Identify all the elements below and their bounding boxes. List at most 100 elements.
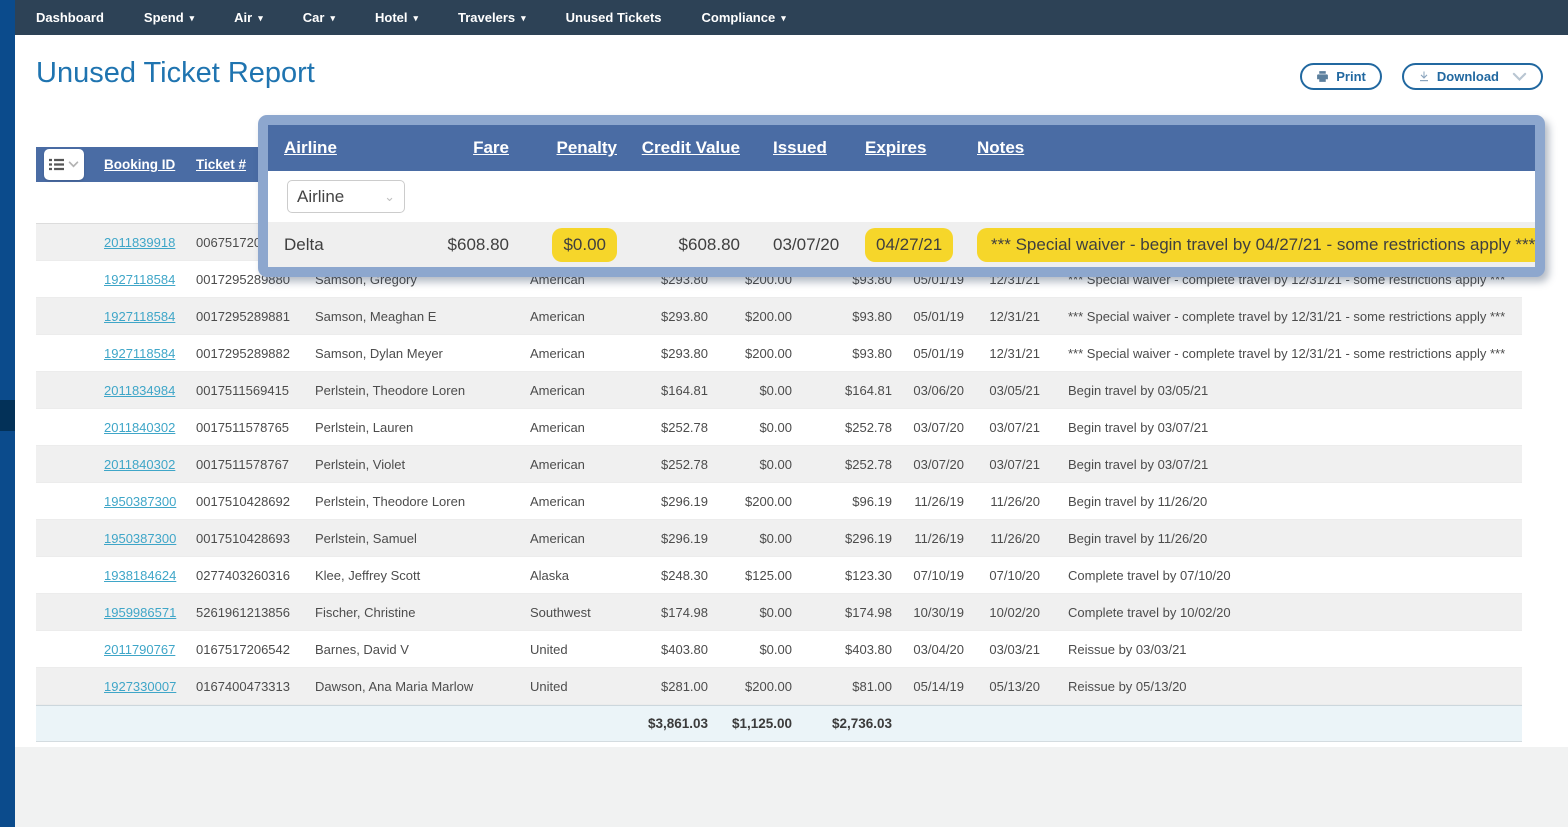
credit-value: $252.78 — [792, 457, 892, 472]
booking-id-link[interactable]: 1959986571 — [104, 605, 176, 620]
notes-text: Complete travel by 07/10/20 — [1044, 568, 1522, 583]
overlay-column-header-notes[interactable]: Notes — [947, 138, 1535, 158]
overlay-column-header-airline[interactable]: Airline — [268, 138, 408, 158]
overlay-column-header-penalty[interactable]: Penalty — [513, 138, 621, 158]
penalty-value: $0.00 — [708, 605, 792, 620]
airline-filter-select[interactable]: Airline ⌄ — [287, 180, 405, 213]
fare-value: $403.80 — [620, 642, 708, 657]
expires-date: 12/31/21 — [968, 309, 1044, 324]
overlay-issued: 03/07/20 — [745, 235, 841, 255]
booking-id-link[interactable]: 1927330007 — [104, 679, 176, 694]
nav-item-unused-tickets[interactable]: Unused Tickets — [546, 0, 682, 35]
airline-filter-value: Airline — [297, 187, 344, 207]
traveler-name: Perlstein, Theodore Loren — [315, 494, 530, 509]
issued-date: 03/06/20 — [892, 383, 968, 398]
booking-id-link[interactable]: 2011840302 — [104, 420, 175, 435]
nav-item-label: Hotel — [375, 10, 408, 25]
chevron-down-icon: ▾ — [330, 12, 335, 23]
print-button[interactable]: Print — [1300, 63, 1382, 90]
credit-value: $296.19 — [792, 531, 892, 546]
download-button[interactable]: Download — [1402, 63, 1543, 90]
booking-id-link[interactable]: 2011839918 — [104, 235, 175, 250]
booking-id-link[interactable]: 1950387300 — [104, 531, 176, 546]
page: DashboardSpend▾Air▾Car▾Hotel▾Travelers▾U… — [0, 0, 1568, 827]
overlay-column-header-fare[interactable]: Fare — [408, 138, 513, 158]
airline-name: American — [530, 420, 620, 435]
expires-date: 11/26/20 — [968, 494, 1044, 509]
table-row: 20118349840017511569415Perlstein, Theodo… — [36, 372, 1522, 409]
issued-date: 03/04/20 — [892, 642, 968, 657]
ticket-number: 0167400473313 — [196, 679, 315, 694]
notes-text: Begin travel by 03/05/21 — [1044, 383, 1522, 398]
airline-name: American — [530, 457, 620, 472]
notes-text: Complete travel by 10/02/20 — [1044, 605, 1522, 620]
penalty-value: $0.00 — [708, 642, 792, 657]
chevron-down-icon: ▾ — [521, 12, 526, 23]
chevron-down-icon: ▾ — [190, 12, 195, 23]
traveler-name: Dawson, Ana Maria Marlow — [315, 679, 530, 694]
overlay-column-header-expires[interactable]: Expires — [841, 138, 947, 158]
overlay-column-header-credit-value[interactable]: Credit Value — [621, 138, 745, 158]
column-picker-chevron-icon — [68, 161, 79, 168]
booking-id-link[interactable]: 1927118584 — [104, 346, 175, 361]
airline-name: American — [530, 309, 620, 324]
overlay-airline: Delta — [268, 235, 408, 255]
issued-date: 11/26/19 — [892, 531, 968, 546]
traveler-name: Perlstein, Lauren — [315, 420, 530, 435]
booking-id-link[interactable]: 1950387300 — [104, 494, 176, 509]
credit-value: $403.80 — [792, 642, 892, 657]
traveler-name: Barnes, David V — [315, 642, 530, 657]
ticket-number: 0017511569415 — [196, 383, 315, 398]
booking-id-link[interactable]: 2011834984 — [104, 383, 175, 398]
overlay-column-header-issued[interactable]: Issued — [745, 138, 841, 158]
nav-item-air[interactable]: Air▾ — [214, 0, 283, 35]
zoom-callout-overlay: Airline Fare PenaltyCredit Value Issued Expi… — [258, 115, 1545, 277]
airline-name: Alaska — [530, 568, 620, 583]
nav-item-car[interactable]: Car▾ — [283, 0, 355, 35]
expires-date: 11/26/20 — [968, 531, 1044, 546]
credit-value: $164.81 — [792, 383, 892, 398]
nav-item-hotel[interactable]: Hotel▾ — [355, 0, 438, 35]
table-row: 19271185840017295289882Samson, Dylan Mey… — [36, 335, 1522, 372]
table-row: 19503873000017510428693Perlstein, Samuel… — [36, 520, 1522, 557]
fare-value: $281.00 — [620, 679, 708, 694]
issued-date: 07/10/19 — [892, 568, 968, 583]
column-picker-button[interactable] — [44, 149, 84, 180]
nav-item-dashboard[interactable]: Dashboard — [36, 0, 124, 35]
download-icon — [1418, 70, 1430, 83]
penalty-value: $0.00 — [708, 420, 792, 435]
booking-id-link[interactable]: 2011790767 — [104, 642, 175, 657]
expires-date: 10/02/20 — [968, 605, 1044, 620]
traveler-name: Samson, Meaghan E — [315, 309, 530, 324]
credit-value: $93.80 — [792, 309, 892, 324]
totals-row: $3,861.03 $1,125.00 $2,736.03 — [36, 705, 1522, 742]
nav-item-compliance[interactable]: Compliance▾ — [682, 0, 806, 35]
overlay-column-header-label: Issued — [773, 138, 827, 157]
airline-name: United — [530, 679, 620, 694]
toolbar: Print Download — [1300, 63, 1543, 90]
overlay-column-header-label: Penalty — [557, 138, 617, 157]
penalty-value: $200.00 — [708, 679, 792, 694]
ticket-number: 0017511578765 — [196, 420, 315, 435]
booking-id-link[interactable]: 2011840302 — [104, 457, 175, 472]
fare-value: $296.19 — [620, 494, 708, 509]
booking-id-link[interactable]: 1927118584 — [104, 272, 175, 287]
notes-text: Reissue by 05/13/20 — [1044, 679, 1522, 694]
traveler-name: Fischer, Christine — [315, 605, 530, 620]
booking-id-link[interactable]: 1938184624 — [104, 568, 176, 583]
nav-item-travelers[interactable]: Travelers▾ — [438, 0, 546, 35]
expires-date: 03/05/21 — [968, 383, 1044, 398]
nav-item-spend[interactable]: Spend▾ — [124, 0, 214, 35]
chevron-down-icon: ▾ — [781, 12, 786, 23]
table-row: 19381846240277403260316Klee, Jeffrey Sco… — [36, 557, 1522, 594]
issued-date: 05/01/19 — [892, 309, 968, 324]
issued-date: 10/30/19 — [892, 605, 968, 620]
penalty-value: $0.00 — [708, 383, 792, 398]
penalty-value: $200.00 — [708, 346, 792, 361]
overlay-notes-highlight: *** Special waiver - begin travel by 04/… — [977, 228, 1545, 262]
overlay-column-header-label: Fare — [473, 138, 509, 157]
issued-date: 11/26/19 — [892, 494, 968, 509]
airline-name: United — [530, 642, 620, 657]
booking-id-link[interactable]: 1927118584 — [104, 309, 175, 324]
issued-date: 03/07/20 — [892, 420, 968, 435]
